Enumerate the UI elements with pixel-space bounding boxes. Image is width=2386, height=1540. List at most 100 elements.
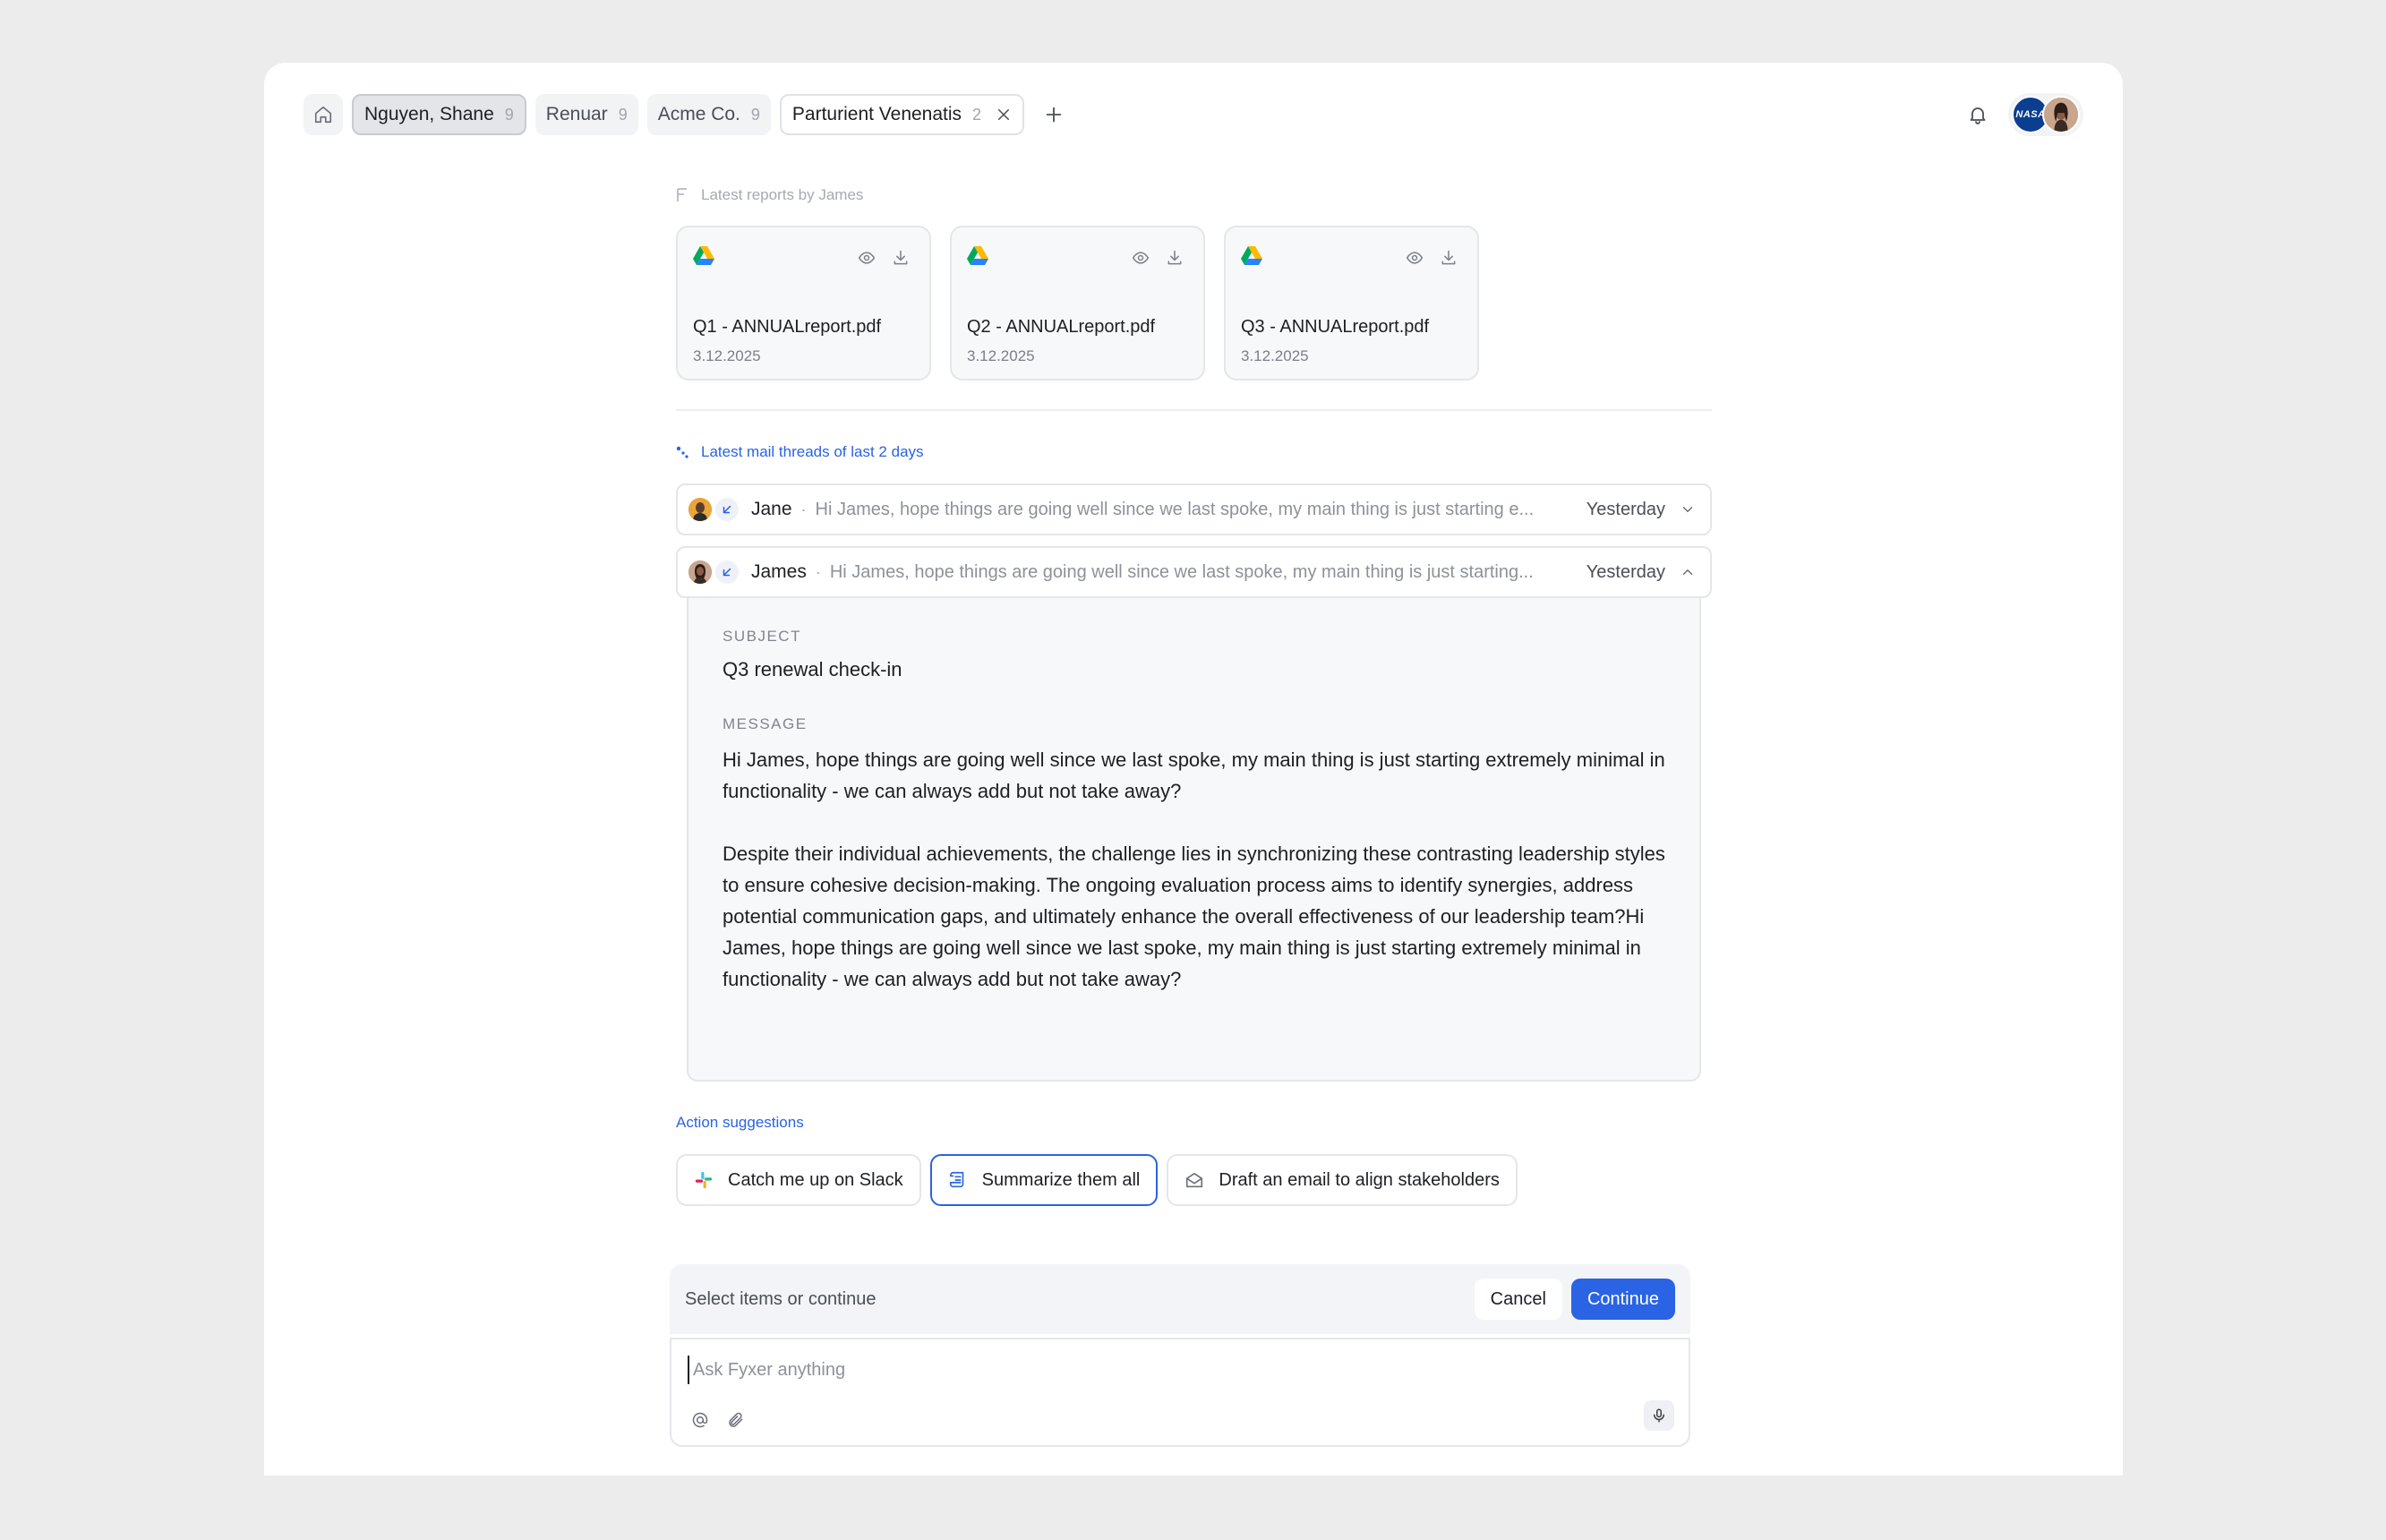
incoming-indicator bbox=[715, 560, 739, 584]
arrow-down-left-icon bbox=[723, 568, 731, 577]
action-suggestions: Catch me up on Slack Summarize them all … bbox=[676, 1154, 1518, 1206]
tab-count: 2 bbox=[972, 105, 982, 124]
add-tab-button[interactable] bbox=[1033, 94, 1074, 135]
thread-time: Yesterday bbox=[1586, 561, 1665, 582]
chat-composer bbox=[670, 1338, 1690, 1447]
action-suggestions-label: Action suggestions bbox=[676, 1114, 804, 1131]
email-subject: Q3 renewal check-in bbox=[723, 658, 902, 680]
separator-dot: · bbox=[815, 562, 821, 581]
tab-count: 9 bbox=[504, 105, 514, 124]
tab-nguyen-shane[interactable]: Nguyen, Shane 9 bbox=[352, 94, 526, 135]
file-date: 3.12.2025 bbox=[1241, 347, 1309, 364]
sender-avatar bbox=[688, 498, 712, 521]
top-right-controls: NASA bbox=[1967, 93, 2083, 136]
google-drive-icon bbox=[693, 246, 714, 265]
report-cards: Q1 - ANNUALreport.pdf 3.12.2025 Q2 - ANN… bbox=[676, 226, 1479, 381]
mail-thread-row[interactable]: Jane · Hi James, hope things are going w… bbox=[676, 483, 1712, 535]
report-card[interactable]: Q2 - ANNUALreport.pdf 3.12.2025 bbox=[950, 226, 1205, 381]
file-name: Q2 - ANNUALreport.pdf bbox=[967, 317, 1156, 337]
ask-input[interactable] bbox=[688, 1356, 1493, 1384]
file-name: Q1 - ANNUALreport.pdf bbox=[693, 317, 882, 337]
cancel-button[interactable]: Cancel bbox=[1474, 1279, 1562, 1320]
person-icon bbox=[688, 498, 712, 521]
sparkle-icon bbox=[676, 446, 688, 458]
catch-up-slack-button[interactable]: Catch me up on Slack bbox=[676, 1154, 921, 1206]
selection-bar: Select items or continue Cancel Continue bbox=[670, 1264, 1690, 1334]
action-label: Draft an email to align stakeholders bbox=[1219, 1169, 1500, 1190]
separator-dot: · bbox=[800, 500, 807, 518]
notifications-button[interactable] bbox=[1967, 104, 1988, 125]
card-tools bbox=[1406, 249, 1458, 267]
download-icon[interactable] bbox=[1440, 249, 1458, 267]
thread-avatars bbox=[688, 498, 739, 521]
action-label: Summarize them all bbox=[981, 1169, 1141, 1190]
scroll-icon bbox=[949, 1171, 963, 1188]
card-tools bbox=[858, 249, 910, 267]
paperclip-icon[interactable] bbox=[727, 1411, 745, 1429]
plus-icon bbox=[1046, 107, 1062, 123]
report-card[interactable]: Q1 - ANNUALreport.pdf 3.12.2025 bbox=[676, 226, 931, 381]
google-drive-icon bbox=[967, 246, 988, 265]
close-tab-button[interactable] bbox=[996, 107, 1012, 123]
sender-name: James bbox=[751, 561, 807, 582]
sender-name: Jane bbox=[751, 499, 792, 519]
thread-preview: Hi James, hope things are going well sin… bbox=[815, 499, 1535, 519]
home-button[interactable] bbox=[304, 94, 343, 135]
nasa-logo: NASA bbox=[2015, 109, 2046, 120]
person-icon bbox=[2044, 98, 2078, 132]
thread-avatars bbox=[688, 560, 739, 584]
microphone-icon bbox=[1654, 1408, 1664, 1423]
arrow-down-left-icon bbox=[723, 505, 731, 514]
email-body: Hi James, hope things are going well sin… bbox=[723, 749, 1665, 990]
fyxer-icon bbox=[677, 188, 687, 201]
person-icon bbox=[688, 560, 712, 584]
tab-renuar[interactable]: Renuar 9 bbox=[534, 94, 638, 135]
mail-label: Latest mail threads of last 2 days bbox=[701, 443, 924, 460]
voice-input-button[interactable] bbox=[1644, 1400, 1674, 1431]
thread-preview: Hi James, hope things are going well sin… bbox=[829, 561, 1534, 582]
preview-eye-icon[interactable] bbox=[858, 249, 876, 267]
preview-eye-icon[interactable] bbox=[1406, 249, 1424, 267]
continue-button[interactable]: Continue bbox=[1570, 1279, 1675, 1320]
tab-bar: Nguyen, Shane 9 Renuar 9 Acme Co. 9 Part… bbox=[304, 94, 1074, 135]
tab-parturient-venenatis[interactable]: Parturient Venenatis 2 bbox=[779, 94, 1025, 135]
user-avatar bbox=[2042, 96, 2080, 133]
mail-section-label: Latest mail threads of last 2 days bbox=[676, 443, 924, 461]
message-label: MESSAGE bbox=[723, 715, 808, 732]
chevron-up-icon[interactable] bbox=[1680, 564, 1696, 580]
subject-label: SUBJECT bbox=[723, 628, 801, 645]
reports-label: Latest reports by James bbox=[701, 186, 864, 203]
action-label: Catch me up on Slack bbox=[728, 1169, 903, 1190]
slack-icon bbox=[695, 1171, 713, 1189]
file-date: 3.12.2025 bbox=[967, 347, 1035, 364]
chevron-down-icon[interactable] bbox=[1680, 501, 1696, 518]
tab-label: Parturient Venenatis bbox=[791, 104, 962, 124]
download-icon[interactable] bbox=[1166, 249, 1184, 267]
draft-email-button[interactable]: Draft an email to align stakeholders bbox=[1167, 1154, 1518, 1206]
tab-count: 9 bbox=[618, 105, 628, 124]
bell-icon bbox=[1970, 107, 1986, 124]
thread-time: Yesterday bbox=[1586, 499, 1665, 519]
sender-avatar bbox=[688, 560, 712, 584]
report-card[interactable]: Q3 - ANNUALreport.pdf 3.12.2025 bbox=[1224, 226, 1479, 381]
envelope-open-icon bbox=[1186, 1172, 1203, 1188]
selection-hint: Select items or continue bbox=[685, 1288, 877, 1309]
account-switcher[interactable]: NASA bbox=[2008, 93, 2083, 136]
composer-tools bbox=[691, 1411, 745, 1429]
download-icon[interactable] bbox=[892, 249, 910, 267]
app-window: Nguyen, Shane 9 Renuar 9 Acme Co. 9 Part… bbox=[264, 63, 2123, 1476]
close-icon bbox=[998, 109, 1010, 120]
mail-thread-row[interactable]: James · Hi James, hope things are going … bbox=[676, 546, 1712, 598]
incoming-indicator bbox=[715, 498, 739, 521]
tab-acme-co[interactable]: Acme Co. 9 bbox=[646, 94, 771, 135]
card-tools bbox=[1132, 249, 1184, 267]
preview-eye-icon[interactable] bbox=[1132, 249, 1150, 267]
expanded-email: SUBJECT Q3 renewal check-in MESSAGE Hi J… bbox=[687, 598, 1701, 1082]
section-divider bbox=[676, 409, 1712, 411]
mention-at-icon[interactable] bbox=[691, 1411, 709, 1429]
tab-label: Nguyen, Shane bbox=[364, 104, 494, 124]
tab-label: Renuar bbox=[545, 104, 608, 124]
google-drive-icon bbox=[1241, 246, 1262, 265]
summarize-button[interactable]: Summarize them all bbox=[929, 1154, 1159, 1206]
file-date: 3.12.2025 bbox=[693, 347, 761, 364]
